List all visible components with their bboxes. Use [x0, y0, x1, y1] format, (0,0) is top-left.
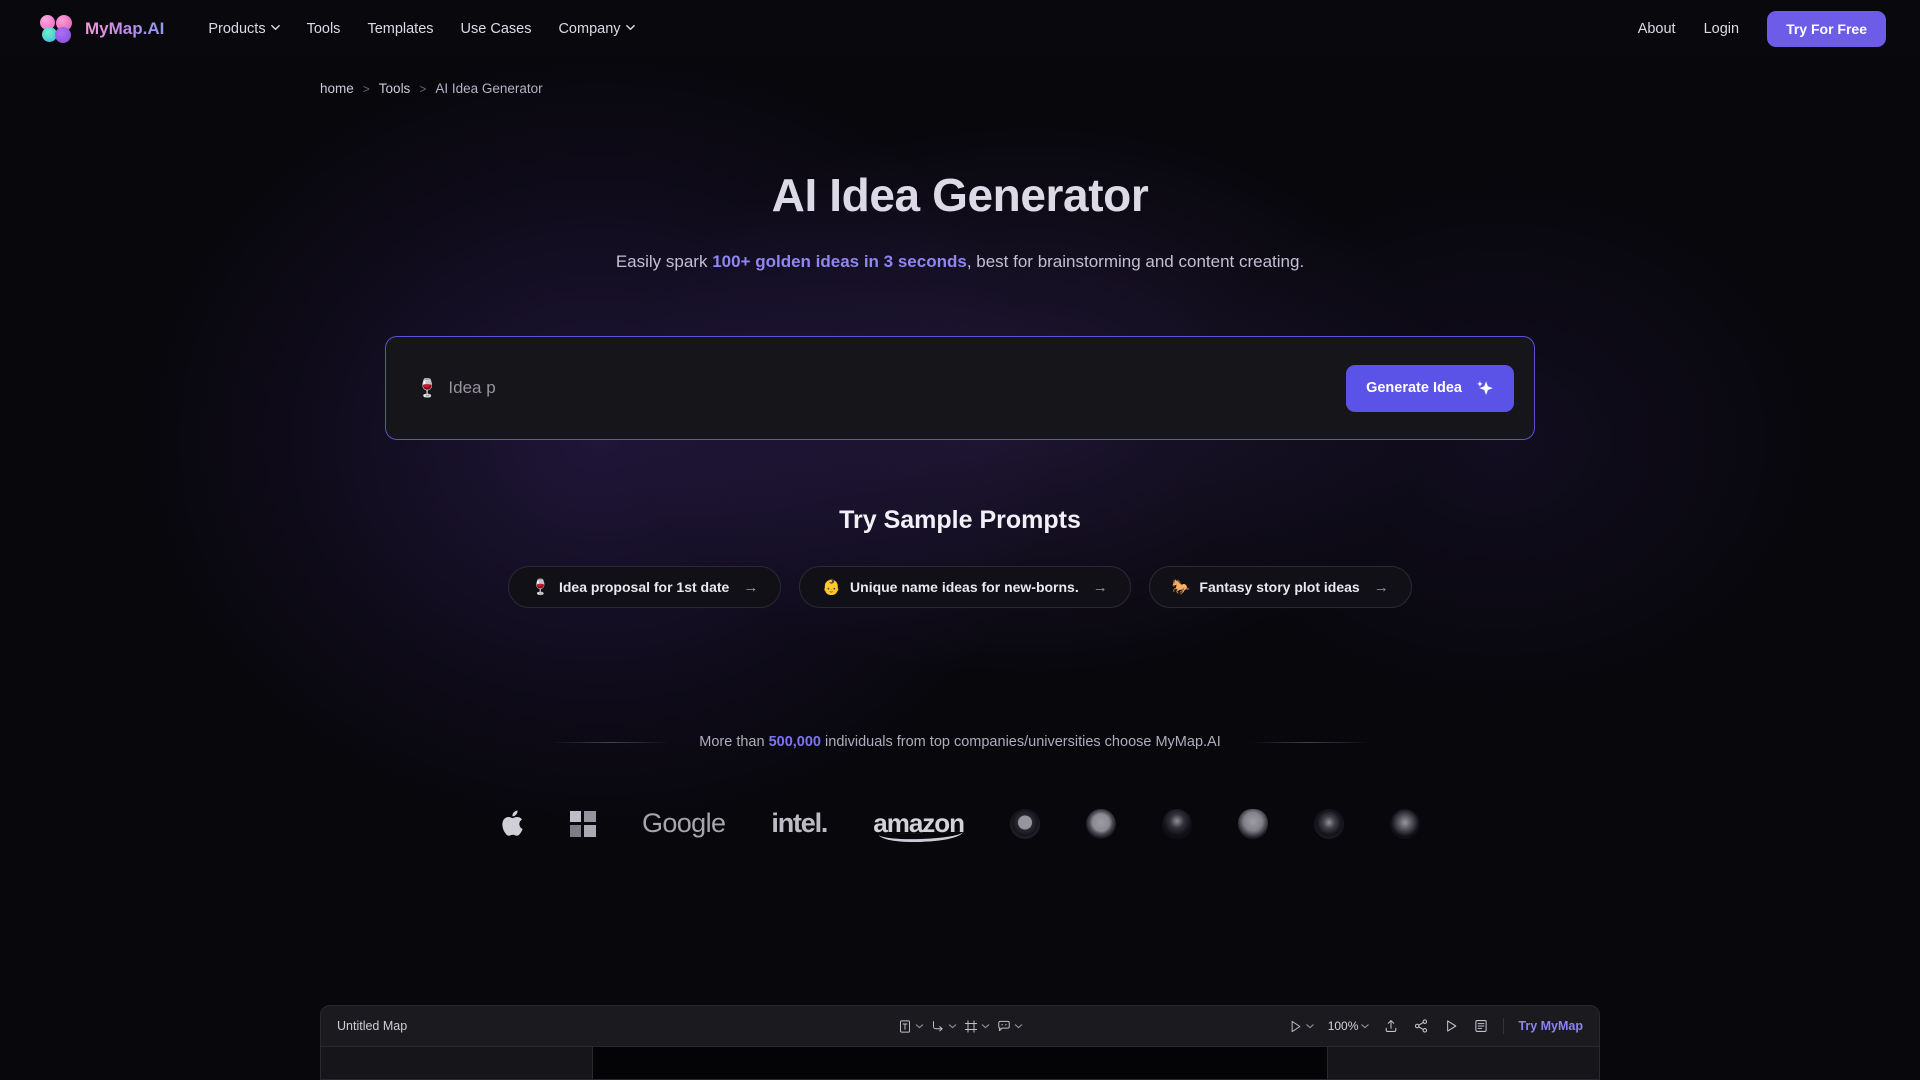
breadcrumb-item-home[interactable]: home [320, 81, 354, 96]
arrow-right-icon: → [1373, 578, 1389, 596]
nav-item-products-label: Products [208, 20, 266, 37]
brand-logo[interactable]: MyMap.AI [40, 14, 165, 43]
nav-item-use-cases[interactable]: Use Cases [461, 21, 532, 37]
intel-logo-icon: intel. [771, 808, 828, 838]
university-seal-2-icon [1086, 808, 1117, 839]
breadcrumb-item-current: AI Idea Generator [435, 81, 543, 96]
breadcrumb: home > Tools > AI Idea Generator [0, 57, 1920, 96]
baby-icon: 👶 [822, 579, 842, 596]
nav-right-group: About Login Try For Free [1638, 10, 1886, 47]
chevron-down-icon [625, 23, 635, 32]
university-seal-3-icon [1162, 808, 1193, 839]
microsoft-logo-icon [569, 810, 596, 837]
divider-left [551, 741, 672, 743]
nav-links: Products Tools Templates Use Cases Compa… [208, 20, 635, 37]
editor-title[interactable]: Untitled Map [337, 1019, 407, 1033]
sample-prompts-list: 🍷 Idea proposal for 1st date → 👶 Unique … [0, 566, 1920, 608]
sample-prompts-section: Try Sample Prompts 🍷 Idea proposal for 1… [0, 506, 1920, 608]
toolbar-divider [1503, 1018, 1505, 1034]
sample-prompt-1[interactable]: 🍷 Idea proposal for 1st date → [508, 566, 782, 608]
google-logo-icon: Google [641, 808, 726, 838]
frame-tool-icon[interactable] [964, 1019, 990, 1034]
present-icon[interactable] [1443, 1018, 1459, 1034]
breadcrumb-separator: > [419, 81, 427, 96]
amazon-smile-icon [879, 831, 964, 844]
editor-canvas-area [321, 1046, 1599, 1079]
editor-preview: Untitled Map 100% Try MyMap [320, 1005, 1600, 1080]
nav-item-about[interactable]: About [1638, 21, 1676, 37]
nav-item-about-label: About [1637, 20, 1676, 37]
nav-item-login-label: Login [1703, 20, 1740, 37]
sample-prompt-3[interactable]: 🐎 Fantasy story plot ideas → [1148, 566, 1412, 608]
chevron-down-icon [270, 23, 280, 32]
horse-icon: 🐎 [1171, 579, 1191, 596]
share-icon[interactable] [1413, 1018, 1429, 1034]
university-seal-5-icon [1314, 808, 1345, 839]
zoom-level-control[interactable]: 100% [1328, 1019, 1370, 1033]
nav-item-tools-label: Tools [306, 20, 341, 37]
amazon-logo-icon: amazon [873, 808, 965, 844]
wine-glass-icon: 🍷 [531, 579, 550, 596]
panel-icon[interactable] [1473, 1018, 1489, 1034]
connector-tool-icon[interactable] [931, 1019, 957, 1034]
sample-prompts-heading: Try Sample Prompts [839, 506, 1081, 534]
try-mymap-link[interactable]: Try MyMap [1518, 1019, 1583, 1033]
company-logos: Google intel. amazon [0, 808, 1920, 844]
prompt-input-value: Idea p [448, 378, 496, 397]
divider-right [1248, 741, 1369, 743]
sample-prompt-3-label: Fantasy story plot ideas [1199, 579, 1360, 595]
nav-item-company-label: Company [558, 20, 621, 37]
nav-item-login[interactable]: Login [1704, 21, 1739, 37]
university-seal-1-icon [1010, 808, 1041, 839]
sparkle-icon [1475, 379, 1494, 398]
breadcrumb-item-tools[interactable]: Tools [379, 81, 411, 96]
arrow-right-icon: → [1092, 578, 1108, 596]
generate-idea-label: Generate Idea [1366, 380, 1462, 396]
social-proof: More than 500,000 individuals from top c… [0, 734, 1920, 750]
comment-tool-icon[interactable] [997, 1019, 1023, 1034]
nav-item-company[interactable]: Company [558, 20, 635, 37]
editor-right-group: 100% Try MyMap [1288, 1018, 1583, 1034]
hero-subtitle-highlight: 100+ golden ideas in 3 seconds [712, 252, 967, 271]
social-proof-count: 500,000 [768, 734, 821, 750]
editor-tool-group [898, 1019, 1023, 1034]
editor-canvas[interactable] [593, 1047, 1327, 1079]
hero-subtitle-post: , best for brainstorming and content cre… [966, 252, 1305, 271]
try-for-free-button[interactable]: Try For Free [1767, 10, 1886, 47]
text-tool-icon[interactable] [898, 1019, 924, 1034]
page-title: AI Idea Generator [771, 169, 1149, 221]
prompt-input-field[interactable]: 🍷 Idea p [416, 378, 1346, 398]
social-proof-text: More than 500,000 individuals from top c… [699, 734, 1220, 750]
social-proof-post: individuals from top companies/universit… [821, 734, 1221, 750]
arrow-right-icon: → [743, 578, 759, 596]
nav-item-templates[interactable]: Templates [367, 21, 433, 37]
breadcrumb-separator: > [362, 81, 370, 96]
sample-prompt-2-label: Unique name ideas for new-borns. [850, 579, 1079, 595]
nav-item-templates-label: Templates [367, 20, 434, 37]
wine-glass-icon: 🍷 [416, 378, 439, 398]
university-seal-4-icon [1238, 808, 1269, 839]
hero-section: AI Idea Generator Easily spark 100+ gold… [0, 96, 1920, 272]
sample-prompt-1-label: Idea proposal for 1st date [558, 579, 730, 595]
apple-logo-icon [500, 809, 524, 838]
hero-subtitle-pre: Easily spark [615, 252, 713, 271]
prompt-input-box[interactable]: 🍷 Idea p Generate Idea [385, 336, 1535, 440]
nav-item-products[interactable]: Products [208, 20, 280, 37]
top-navbar: MyMap.AI Products Tools Templates Use Ca… [0, 0, 1920, 57]
brand-name: MyMap.AI [85, 18, 165, 38]
generate-idea-button[interactable]: Generate Idea [1346, 364, 1514, 412]
editor-right-panel [1327, 1047, 1599, 1079]
nav-item-tools[interactable]: Tools [307, 21, 341, 37]
cursor-icon[interactable] [1288, 1019, 1314, 1034]
editor-toolbar: Untitled Map 100% Try MyMap [321, 1006, 1599, 1046]
social-proof-pre: More than [699, 734, 769, 750]
university-seal-6-icon [1390, 808, 1421, 839]
nav-item-use-cases-label: Use Cases [460, 20, 532, 37]
hero-subtitle: Easily spark 100+ golden ideas in 3 seco… [0, 252, 1920, 272]
zoom-level-value: 100% [1327, 1019, 1359, 1033]
upload-icon[interactable] [1383, 1018, 1399, 1034]
editor-left-panel [321, 1047, 593, 1079]
sample-prompt-2[interactable]: 👶 Unique name ideas for new-borns. → [799, 566, 1131, 608]
mymap-logo-icon [40, 14, 74, 43]
